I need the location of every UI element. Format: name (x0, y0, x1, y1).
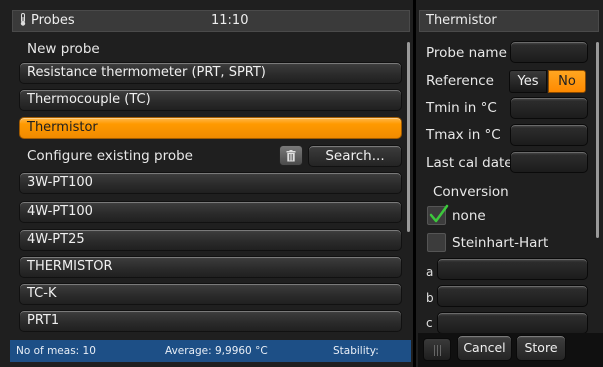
new-probe-type-prt[interactable]: Resistance thermometer (PRT, SPRT) (19, 62, 402, 84)
meas-count: No of meas: 10 (16, 345, 96, 357)
measurement-status-bar: No of meas: 10 Average: 9,9960 °C Stabil… (10, 340, 411, 362)
new-probe-label: New probe (27, 41, 100, 57)
tmin-field[interactable] (510, 97, 588, 119)
stability-value: Stability: 0,068 (333, 345, 379, 357)
coef-c-label: c (426, 316, 433, 330)
probe-list-item-label: TC-K (27, 286, 57, 301)
new-probe-type-thermistor[interactable]: Thermistor (19, 117, 402, 139)
conversion-steinhart-checkbox[interactable] (427, 233, 446, 252)
conversion-none-label: none (452, 208, 486, 224)
probe-name-field[interactable] (510, 41, 588, 63)
new-probe-type-label: Thermistor (27, 120, 98, 135)
cancel-button[interactable]: Cancel (457, 335, 512, 361)
coef-a-label: a (426, 265, 434, 279)
conversion-label: Conversion (433, 184, 509, 200)
probe-list-item[interactable]: 4W-PT25 (19, 229, 402, 251)
probes-title: Probes (31, 13, 75, 28)
last-cal-date-field[interactable] (510, 151, 588, 173)
tmax-label: Tmax in °C (426, 127, 501, 143)
details-title-bar: Thermistor (419, 10, 599, 32)
last-cal-date-label: Last cal date (426, 155, 513, 171)
grip-icon (434, 345, 441, 356)
tmin-label: Tmin in °C (426, 100, 497, 116)
keypad-button[interactable] (423, 338, 451, 361)
new-probe-type-label: Thermocouple (TC) (27, 92, 151, 107)
trash-icon (286, 149, 296, 161)
probe-list-item[interactable]: THERMISTOR (19, 256, 402, 278)
conversion-steinhart-label: Steinhart-Hart (452, 235, 549, 251)
reference-no-button[interactable]: No (548, 70, 586, 93)
check-icon (429, 204, 449, 223)
conversion-none-checkbox[interactable] (427, 204, 449, 225)
coef-b-field[interactable] (437, 285, 588, 307)
search-button[interactable]: Search... (308, 145, 402, 167)
coef-c-field[interactable] (437, 312, 588, 334)
thermometer-icon (20, 13, 26, 26)
probe-list-scrollbar[interactable] (407, 42, 410, 232)
probe-list-item-label: 3W-PT100 (27, 175, 93, 190)
probe-list-item[interactable]: 3W-PT100 (19, 172, 402, 194)
probe-list-item-label: 4W-PT25 (27, 232, 85, 247)
details-scrollbar[interactable] (596, 42, 599, 238)
probe-list-item[interactable]: 4W-PT100 (19, 201, 402, 223)
tmax-field[interactable] (510, 124, 588, 146)
probe-list-item[interactable]: PRT1 (19, 310, 402, 332)
configure-existing-label: Configure existing probe (27, 148, 193, 164)
details-title: Thermistor (426, 13, 497, 28)
coef-a-field[interactable] (437, 258, 588, 280)
reference-yes-button[interactable]: Yes (509, 70, 547, 93)
reference-label: Reference (426, 73, 494, 89)
probe-list-item-label: THERMISTOR (27, 259, 113, 274)
new-probe-type-label: Resistance thermometer (PRT, SPRT) (27, 65, 266, 80)
store-button[interactable]: Store (516, 335, 566, 361)
probe-list-item[interactable]: TC-K (19, 283, 402, 305)
probe-list-item-label: 4W-PT100 (27, 204, 93, 219)
average-value: Average: 9,9960 °C (165, 345, 268, 357)
new-probe-type-tc[interactable]: Thermocouple (TC) (19, 89, 402, 111)
clock: 11:10 (211, 13, 249, 28)
probes-title-bar: Probes 11:10 (12, 10, 410, 32)
probe-list-item-label: PRT1 (27, 313, 60, 328)
probe-name-label: Probe name (426, 45, 507, 61)
coef-b-label: b (426, 291, 434, 305)
delete-probe-button[interactable] (279, 145, 303, 166)
